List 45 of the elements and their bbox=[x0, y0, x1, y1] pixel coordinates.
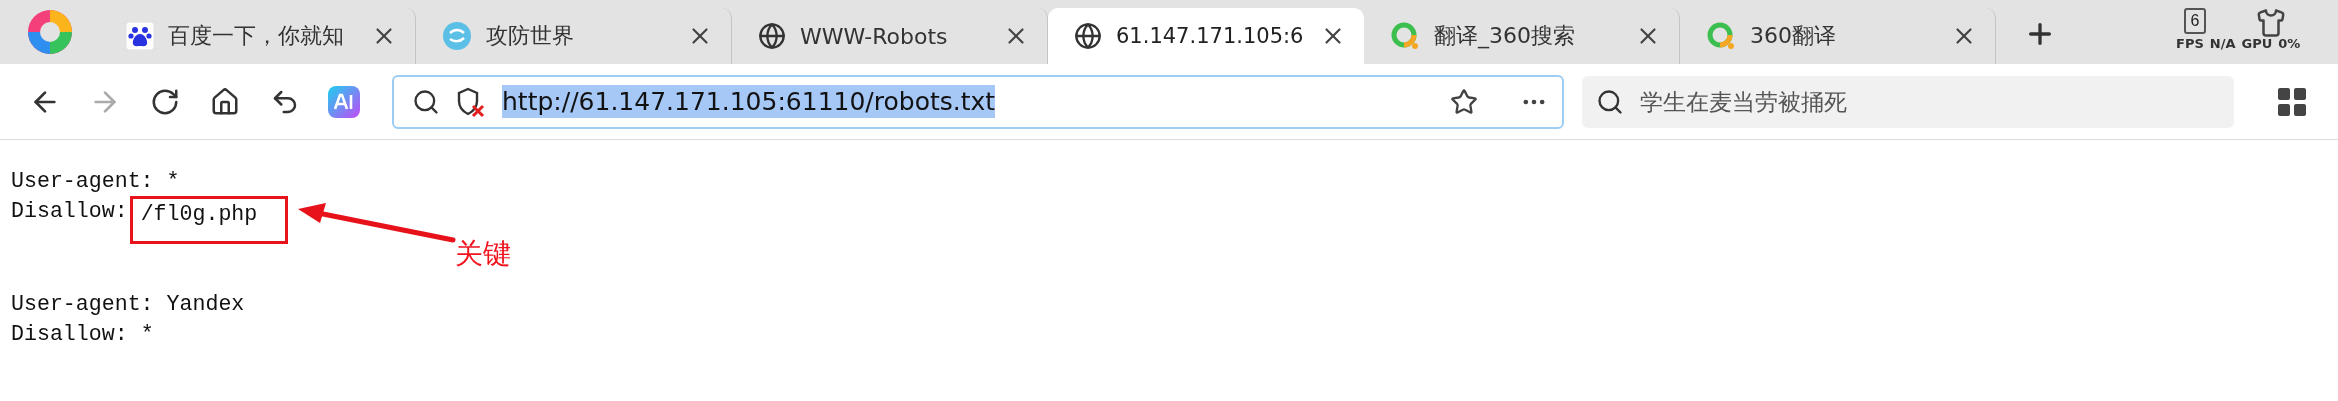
ai-icon[interactable] bbox=[328, 85, 360, 118]
directive-name: Disallow: bbox=[11, 321, 128, 348]
shirt-icon[interactable] bbox=[2256, 8, 2286, 38]
globe-icon bbox=[758, 22, 786, 50]
perf-stat: 0% bbox=[2278, 36, 2301, 51]
tab-title: 翻译_360搜索 bbox=[1434, 22, 1576, 51]
search-icon bbox=[1596, 87, 1624, 116]
directive-name: Disallow: bbox=[11, 198, 128, 225]
directive-value: * bbox=[166, 168, 180, 195]
directive-name: User-agent: bbox=[11, 168, 154, 195]
tab-title: 攻防世界 bbox=[486, 22, 575, 50]
url-text[interactable]: http://61.147.171.105:61110/robots.txt bbox=[502, 85, 996, 118]
tab-title: 百度一下，你就知 bbox=[168, 22, 345, 50]
globe-icon bbox=[1074, 22, 1102, 50]
shield-warning-icon[interactable] bbox=[456, 85, 486, 118]
star-icon[interactable] bbox=[1450, 87, 1478, 116]
perf-stat: FPS bbox=[2176, 36, 2204, 51]
browser-tab[interactable]: 360翻译 bbox=[1680, 8, 1996, 64]
search-icon bbox=[412, 87, 440, 116]
search-field[interactable]: 学生在麦当劳被捅死 bbox=[1582, 75, 2234, 128]
paw-icon bbox=[126, 22, 154, 50]
browser-tab[interactable]: 翻译_360搜索 bbox=[1364, 8, 1680, 64]
browser-tab[interactable]: 攻防世界 bbox=[416, 8, 732, 64]
tab-title: WWW-Robots bbox=[800, 23, 949, 49]
search-input[interactable]: 学生在麦当劳被捅死 bbox=[1638, 87, 2220, 116]
tab-count-button[interactable]: 6 bbox=[2184, 8, 2206, 34]
directive-value: * bbox=[140, 321, 154, 348]
directive-name: User-agent: bbox=[11, 291, 154, 318]
perf-stat: GPU bbox=[2241, 36, 2273, 51]
browser-tab[interactable]: 百度一下，你就知 bbox=[100, 8, 416, 64]
tab-title: 61.147.171.105:6 bbox=[1116, 24, 1305, 48]
address-bar[interactable]: http://61.147.171.105:61110/robots.txt bbox=[392, 74, 1564, 129]
grid-icon[interactable] bbox=[2278, 87, 2306, 116]
highlighted-path: /fl0g.php bbox=[129, 196, 289, 244]
browser-tab[interactable]: WWW-Robots bbox=[732, 8, 1048, 64]
shield-logo-icon bbox=[442, 21, 472, 51]
ring-logo-icon bbox=[1390, 21, 1420, 51]
home-icon bbox=[210, 86, 240, 117]
ring-logo-icon bbox=[1706, 21, 1736, 51]
directive-value: Yandex bbox=[166, 291, 245, 318]
browser-tab[interactable]: 61.147.171.105:6 bbox=[1048, 8, 1364, 64]
browser-logo-icon[interactable] bbox=[26, 8, 74, 56]
annotation-label: 关键 bbox=[455, 236, 511, 272]
tab-title: 360翻译 bbox=[1750, 22, 1837, 50]
perf-stat: N/A bbox=[2209, 36, 2236, 51]
